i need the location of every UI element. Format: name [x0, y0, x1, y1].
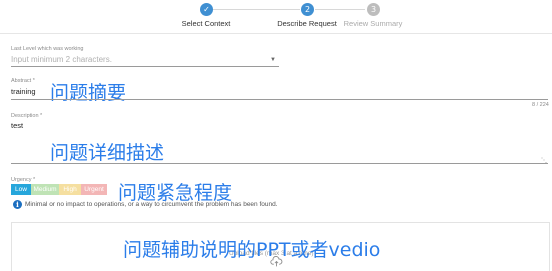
urgency-low-button[interactable]: Low	[11, 184, 31, 195]
resize-handle-icon[interactable]: ⋱	[541, 157, 547, 164]
info-icon: i	[13, 200, 22, 209]
urgency-high-button[interactable]: High	[59, 184, 81, 195]
last-level-underline	[11, 66, 279, 67]
abstract-annotation: 问题摘要	[50, 82, 127, 104]
divider	[0, 33, 552, 34]
abstract-counter: 8 / 224	[532, 102, 549, 108]
urgency-hint: Minimal or no impact to operations, or a…	[25, 201, 278, 208]
description-input[interactable]: test	[11, 121, 23, 130]
abstract-input[interactable]: training	[11, 87, 36, 96]
upload-annotation: 问题辅助说明的PPT或者vedio	[123, 239, 381, 261]
step-3-number[interactable]: 3	[367, 3, 380, 16]
abstract-label: Abstract *	[11, 78, 35, 84]
last-level-label: Last Level which was working	[11, 46, 84, 52]
urgency-label: Urgency *	[11, 177, 36, 183]
step-2-label[interactable]: Describe Request	[277, 19, 337, 28]
step-connector	[315, 9, 365, 10]
urgency-medium-button[interactable]: Medium	[31, 184, 59, 195]
step-2-number[interactable]: 2	[301, 3, 314, 16]
last-level-input[interactable]: Input minimum 2 characters.	[11, 55, 112, 64]
description-annotation: 问题详细描述	[50, 142, 165, 164]
chevron-down-icon[interactable]: ▼	[270, 57, 276, 63]
step-1-check-icon[interactable]: ✓	[200, 3, 213, 16]
step-1-label[interactable]: Select Context	[182, 19, 231, 28]
step-3-label[interactable]: Review Summary	[344, 19, 403, 28]
step-connector	[212, 9, 300, 10]
description-underline	[11, 163, 548, 164]
description-label: Description *	[11, 113, 43, 119]
urgency-urgent-button[interactable]: Urgent	[81, 184, 107, 195]
upload-cloud-icon[interactable]	[270, 255, 283, 268]
abstract-underline	[11, 99, 548, 100]
